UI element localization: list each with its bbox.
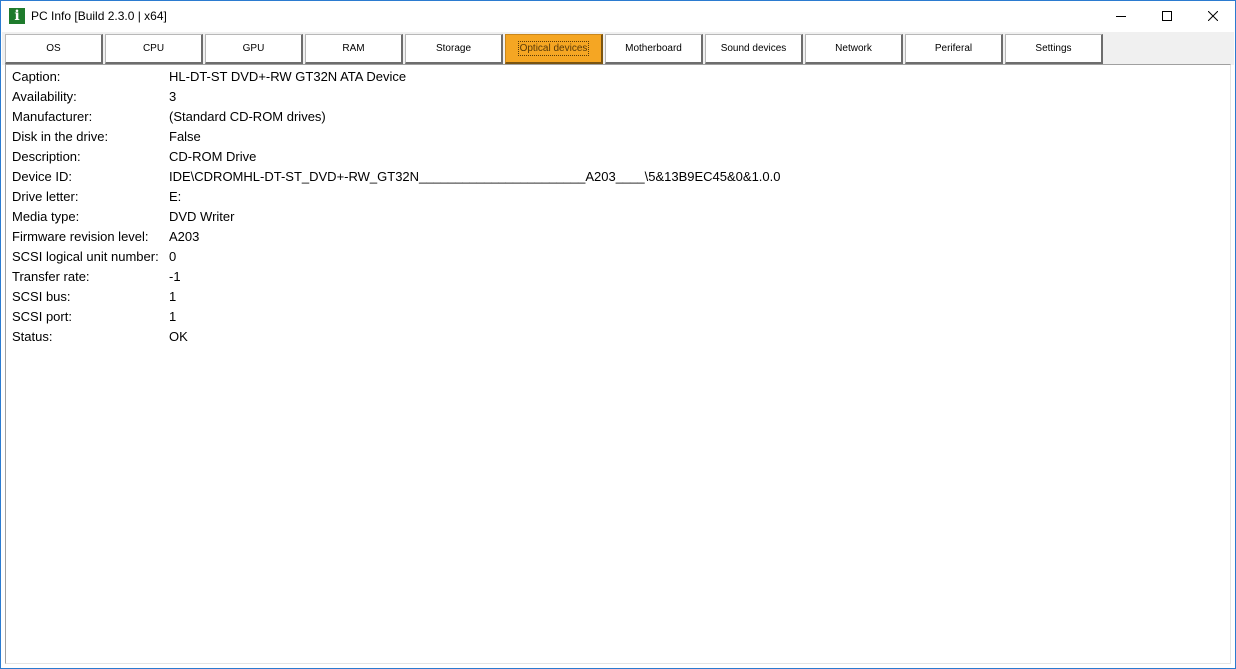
tab-periferal[interactable]: Periferal (905, 34, 1003, 64)
property-value: (Standard CD-ROM drives) (169, 109, 326, 124)
tab-network[interactable]: Network (805, 34, 903, 64)
tab-sound-devices[interactable]: Sound devices (705, 34, 803, 64)
property-label: Manufacturer: (12, 109, 93, 124)
property-label: Transfer rate: (12, 269, 90, 284)
tab-label: CPU (142, 43, 165, 54)
tab-settings[interactable]: Settings (1005, 34, 1103, 64)
minimize-icon (1116, 16, 1126, 17)
property-value: A203 (169, 229, 200, 244)
property-label: Description: (12, 149, 81, 164)
property-label: Media type: (12, 209, 80, 224)
tab-storage[interactable]: Storage (405, 34, 503, 64)
property-label: SCSI logical unit number: (12, 249, 159, 264)
property-value: IDE\CDROMHL-DT-ST_DVD+-RW_GT32N_________… (169, 169, 781, 184)
tab-label: Storage (435, 43, 472, 54)
property-value: HL-DT-ST DVD+-RW GT32N ATA Device (169, 69, 407, 84)
tab-label: Sound devices (720, 43, 787, 54)
property-label: Caption: (12, 69, 61, 84)
property-label: SCSI bus: (12, 289, 71, 304)
tab-label: Periferal (934, 43, 973, 54)
tab-bar: OS CPU GPU RAM Storage Optical devices M… (2, 32, 1234, 65)
property-value: DVD Writer (169, 209, 235, 224)
tab-cpu[interactable]: CPU (105, 34, 203, 64)
property-value: -1 (169, 269, 181, 284)
tab-label: Network (835, 43, 872, 54)
close-button[interactable] (1190, 1, 1236, 31)
property-label: SCSI port: (12, 309, 72, 324)
title-bar[interactable]: i PC Info [Build 2.3.0 | x64] (1, 1, 1235, 32)
property-value: CD-ROM Drive (169, 149, 257, 164)
property-value: False (169, 129, 201, 144)
property-label: Status: (12, 329, 53, 344)
property-label: Drive letter: (12, 189, 79, 204)
maximize-icon (1162, 11, 1172, 21)
tab-os[interactable]: OS (5, 34, 103, 64)
property-value: 0 (169, 249, 177, 264)
tab-motherboard[interactable]: Motherboard (605, 34, 703, 64)
tab-gpu[interactable]: GPU (205, 34, 303, 64)
tab-label: RAM (342, 43, 365, 54)
minimize-button[interactable] (1098, 1, 1144, 31)
tab-label: Motherboard (625, 43, 682, 54)
property-value: 1 (169, 289, 177, 304)
property-value: 1 (169, 309, 177, 324)
property-label: Device ID: (12, 169, 72, 184)
window-title: PC Info [Build 2.3.0 | x64] (31, 9, 167, 23)
close-icon (1208, 11, 1218, 21)
info-icon: i (9, 8, 25, 24)
maximize-button[interactable] (1144, 1, 1190, 31)
property-label: Firmware revision level: (12, 229, 149, 244)
property-value: OK (169, 329, 188, 344)
property-value: 3 (169, 89, 177, 104)
tab-label: GPU (242, 43, 265, 54)
property-label: Disk in the drive: (12, 129, 109, 144)
tab-label: Settings (1035, 43, 1072, 54)
tab-optical-devices[interactable]: Optical devices (505, 34, 603, 64)
property-value: E: (169, 189, 182, 204)
property-label: Availability: (12, 89, 77, 104)
tab-label: Optical devices (517, 41, 590, 56)
tab-ram[interactable]: RAM (305, 34, 403, 64)
tab-label: OS (46, 43, 61, 54)
app-window: i PC Info [Build 2.3.0 | x64] OS CPU GPU… (0, 0, 1236, 669)
properties-panel: Caption: HL-DT-ST DVD+-RW GT32N ATA Devic… (5, 64, 1231, 664)
